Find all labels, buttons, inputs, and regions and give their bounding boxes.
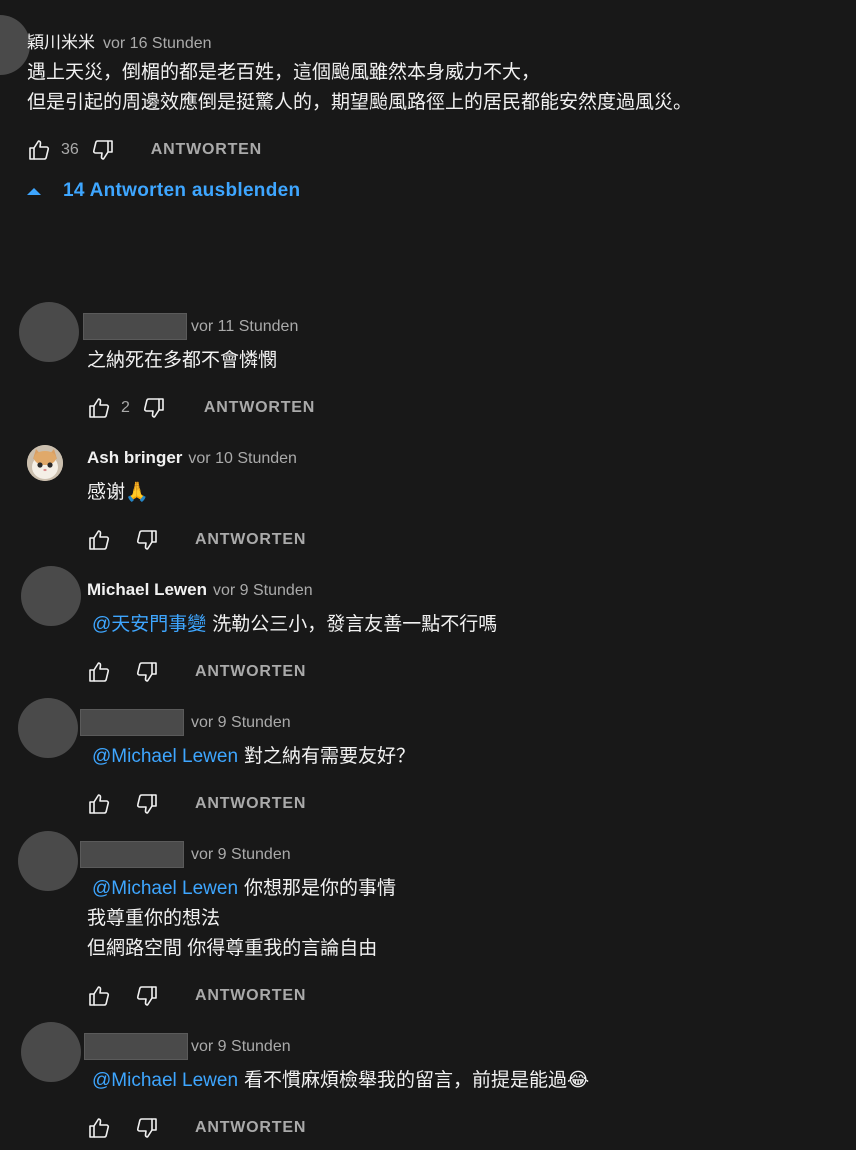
thumbs-up-icon[interactable] — [87, 984, 111, 1008]
reply-avatar[interactable] — [21, 1022, 81, 1082]
reply-actions: ANTWORTEN — [87, 525, 306, 555]
reply-text: 之納死在多都不會憐憫 — [87, 346, 277, 376]
cat-avatar-icon — [27, 445, 63, 481]
reply-text: @Michael Lewen 對之納有需要友好？ — [87, 742, 415, 772]
reply-avatar[interactable] — [27, 445, 63, 481]
hide-replies-label: 14 Antworten ausblenden — [63, 180, 301, 201]
reply-line: 我尊重你的想法 — [87, 908, 221, 929]
reply-line: 但網路空間 你得尊重我的言論自由 — [87, 938, 378, 959]
reply-time[interactable]: vor 9 Stunden — [191, 846, 291, 864]
thumbs-down-icon[interactable] — [135, 660, 159, 684]
reply-time[interactable]: vor 9 Stunden — [191, 714, 291, 732]
reply-actions: 2 ANTWORTEN — [87, 393, 315, 423]
reply-line-text: 對之納有需要友好？ — [244, 746, 416, 767]
thumbs-down-icon[interactable] — [135, 1116, 159, 1140]
reply-button[interactable]: ANTWORTEN — [195, 663, 306, 681]
mention-link[interactable]: @Michael Lewen — [92, 746, 238, 767]
reply-actions: ANTWORTEN — [87, 657, 306, 687]
comment-line: 但是引起的周邊效應倒是挺驚人的，期望颱風路徑上的居民都能安然度過風災。 — [27, 92, 693, 113]
reply-line-text: 洗勒公三小，發言友善一點不行嗎 — [212, 614, 498, 635]
mention-link[interactable]: @Michael Lewen — [92, 878, 238, 899]
like-count: 36 — [61, 141, 79, 158]
thumbs-up-icon[interactable] — [27, 138, 51, 162]
reply-text: @Michael Lewen 看不慣麻煩檢舉我的留言，前提是能過😂 — [87, 1066, 589, 1096]
thumbs-up-icon[interactable] — [87, 528, 111, 552]
reply-time[interactable]: vor 10 Stunden — [188, 450, 297, 468]
reply-actions: ANTWORTEN — [87, 1113, 306, 1143]
reply-line: @天安門事變 洗勒公三小，發言友善一點不行嗎 — [87, 610, 497, 640]
reply-line: @Michael Lewen 對之納有需要友好？ — [87, 742, 415, 772]
mention-link[interactable]: @Michael Lewen — [92, 1070, 238, 1091]
reply-avatar[interactable] — [21, 566, 81, 626]
thumbs-down-icon[interactable] — [91, 138, 115, 162]
hide-replies-toggle[interactable]: 14 Antworten ausblenden — [25, 180, 300, 202]
thumbs-up-icon[interactable] — [87, 1116, 111, 1140]
reply-button[interactable]: ANTWORTEN — [195, 987, 306, 1005]
reply-time[interactable]: vor 11 Stunden — [191, 318, 298, 336]
reply-button[interactable]: ANTWORTEN — [151, 141, 262, 159]
comment-actions: 36 ANTWORTEN — [27, 135, 262, 165]
reply-header: Ash bringer vor 10 Stunden — [87, 448, 297, 468]
reply-actions: ANTWORTEN — [87, 789, 306, 819]
reply-header: Michael Lewen vor 9 Stunden — [87, 580, 313, 600]
comment-text: 遇上天災，倒楣的都是老百姓，這個颱風雖然本身威力不大， 但是引起的周邊效應倒是挺… — [27, 58, 692, 118]
top-comment-avatar[interactable] — [0, 15, 30, 75]
thumbs-down-icon[interactable] — [135, 528, 159, 552]
reply-header: vor 9 Stunden — [80, 841, 291, 868]
reply-line: @Michael Lewen 你想那是你的事情 — [87, 874, 396, 904]
reply-avatar[interactable] — [18, 698, 78, 758]
thumbs-up-icon[interactable] — [87, 792, 111, 816]
reply-text: @Michael Lewen 你想那是你的事情 我尊重你的想法 但網路空間 你得尊… — [87, 874, 396, 964]
reply-header: vor 11 Stunden — [83, 313, 298, 340]
like-count: 2 — [121, 399, 130, 416]
reply-line: 之納死在多都不會憐憫 — [87, 350, 278, 371]
reply-text: 感谢🙏 — [87, 478, 149, 508]
thumbs-down-icon[interactable] — [135, 984, 159, 1008]
thumbs-up-icon[interactable] — [87, 396, 111, 420]
reply-button[interactable]: ANTWORTEN — [195, 1119, 306, 1137]
reply-line-text: 感谢 — [87, 482, 126, 503]
reply-author[interactable]: Ash bringer — [87, 448, 182, 468]
reply-line-text: 看不慣麻煩檢舉我的留言，前提是能過 — [244, 1070, 568, 1091]
reply-button[interactable]: ANTWORTEN — [195, 531, 306, 549]
reply-actions: ANTWORTEN — [87, 981, 306, 1011]
comment-time[interactable]: vor 16 Stunden — [103, 35, 212, 53]
reply-avatar[interactable] — [19, 302, 79, 362]
reply-avatar[interactable] — [18, 831, 78, 891]
caret-up-icon — [27, 187, 41, 195]
reply-header: vor 9 Stunden — [80, 709, 291, 736]
reply-author[interactable]: Michael Lewen — [87, 580, 207, 600]
folded-hands-emoji: 🙏 — [125, 482, 149, 503]
redacted-author-name[interactable] — [84, 1033, 188, 1060]
laughing-emoji: 😂 — [567, 1070, 590, 1091]
mention-link[interactable]: @天安門事變 — [92, 614, 206, 635]
comment-author[interactable]: 穎川米米 — [27, 28, 95, 53]
reply-time[interactable]: vor 9 Stunden — [191, 1038, 291, 1056]
thumbs-up-icon[interactable] — [87, 660, 111, 684]
reply-time[interactable]: vor 9 Stunden — [213, 582, 313, 600]
redacted-author-name[interactable] — [80, 709, 184, 736]
reply-line: @Michael Lewen 看不慣麻煩檢舉我的留言，前提是能過😂 — [87, 1066, 589, 1096]
reply-button[interactable]: ANTWORTEN — [195, 795, 306, 813]
reply-line-text: 你想那是你的事情 — [244, 878, 397, 899]
redacted-author-name[interactable] — [80, 841, 184, 868]
comment-line: 遇上天災，倒楣的都是老百姓，這個颱風雖然本身威力不大， — [27, 62, 541, 83]
thumbs-down-icon[interactable] — [135, 792, 159, 816]
reply-text: @天安門事變 洗勒公三小，發言友善一點不行嗎 — [87, 610, 497, 640]
reply-button[interactable]: ANTWORTEN — [204, 399, 315, 417]
reply-header: vor 9 Stunden — [84, 1033, 291, 1060]
thumbs-down-icon[interactable] — [142, 396, 166, 420]
top-comment-header: 穎川米米 vor 16 Stunden — [27, 28, 212, 53]
redacted-author-name[interactable] — [83, 313, 187, 340]
reply-line: 感谢🙏 — [87, 478, 149, 508]
